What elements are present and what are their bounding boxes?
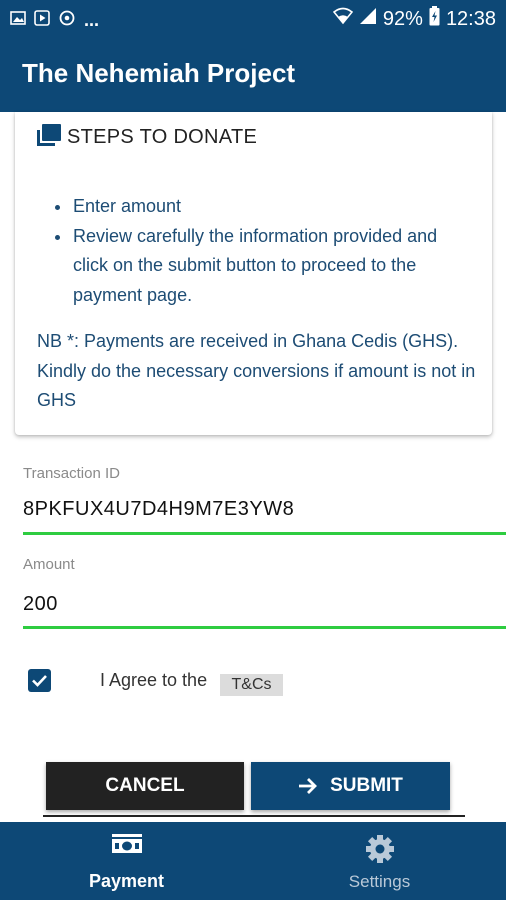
amount-underline — [23, 626, 506, 629]
status-bar-right: 92% 12:38 — [332, 6, 496, 32]
list-item: Enter amount — [55, 192, 473, 222]
transaction-id-input[interactable] — [23, 495, 506, 523]
gear-icon — [365, 834, 395, 869]
check-icon — [32, 675, 47, 687]
steps-header: STEPS TO DONATE — [37, 124, 257, 151]
nav-item-settings[interactable]: Settings — [253, 822, 506, 900]
bottom-nav: Payment Settings — [0, 822, 506, 900]
page-title: The Nehemiah Project — [22, 58, 296, 88]
amount-label: Amount — [23, 556, 75, 573]
app-bar: The Nehemiah Project — [0, 38, 506, 112]
submit-button[interactable]: SUBMIT — [251, 762, 450, 810]
wifi-icon — [332, 7, 354, 31]
image-icon — [10, 11, 26, 30]
nav-label-payment: Payment — [88, 871, 165, 891]
status-overflow: ... — [84, 10, 100, 30]
transaction-id-underline — [23, 532, 506, 535]
clock: 12:38 — [445, 7, 496, 30]
nav-label-settings: Settings — [348, 872, 411, 891]
steps-title: STEPS TO DONATE — [67, 126, 258, 148]
steps-card: STEPS TO DONATE Enter amount Review care… — [15, 112, 492, 435]
play-store-icon — [34, 10, 50, 31]
list-item: Review carefully the information provide… — [55, 222, 473, 311]
amount-input[interactable] — [23, 590, 506, 618]
status-bar-left: ... — [10, 9, 99, 32]
sync-icon — [58, 9, 76, 32]
agree-checkbox[interactable] — [28, 669, 51, 692]
status-bar: ... 92% 12:38 — [0, 0, 506, 38]
steps-note: NB *: Payments are received in Ghana Ced… — [37, 331, 476, 410]
submit-button-label: SUBMIT — [330, 775, 403, 796]
money-icon — [111, 834, 142, 861]
transaction-id-label: Transaction ID — [23, 465, 120, 482]
signal-icon — [359, 7, 377, 31]
cancel-button[interactable]: CANCEL — [46, 762, 244, 810]
battery-percentage: 92% — [382, 7, 423, 30]
terms-link[interactable]: T&Cs — [220, 674, 283, 696]
arrow-right-icon — [299, 778, 318, 794]
divider — [43, 815, 465, 817]
book-icon — [37, 124, 61, 151]
cancel-button-label: CANCEL — [105, 775, 185, 796]
steps-list: Enter amount Review carefully the inform… — [55, 192, 473, 311]
agree-label: I Agree to the — [100, 670, 208, 690]
battery-icon — [429, 6, 440, 32]
nav-item-payment[interactable]: Payment — [0, 822, 253, 900]
